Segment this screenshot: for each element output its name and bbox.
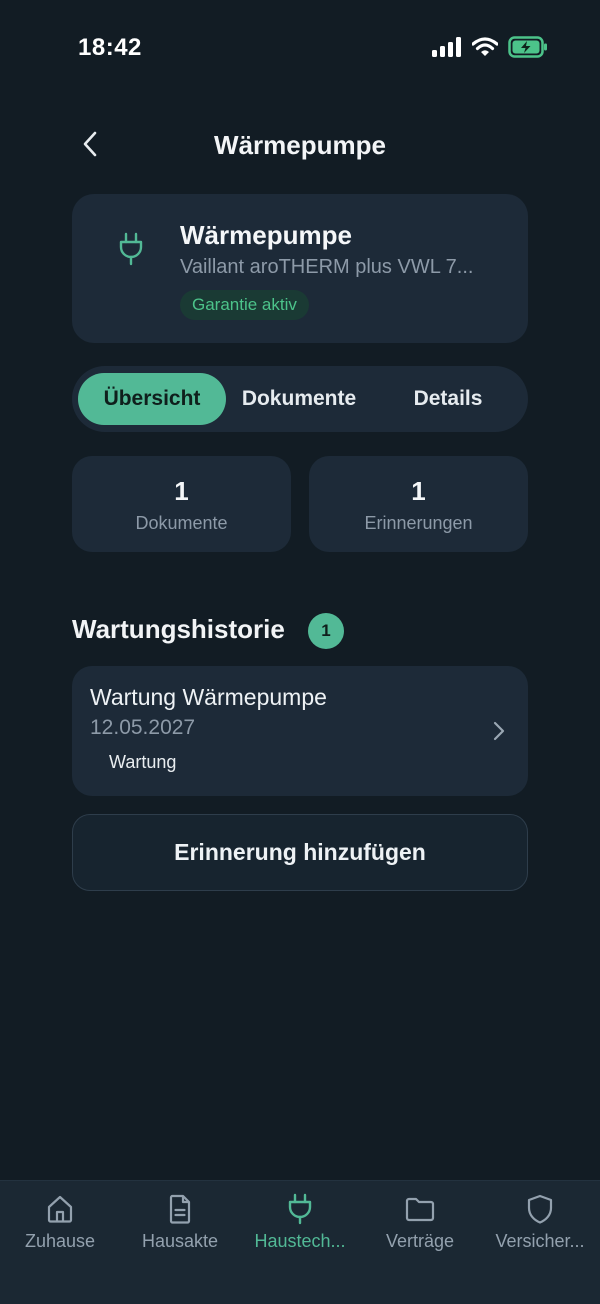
home-icon bbox=[47, 1195, 73, 1223]
tabbar-item-vertraege[interactable]: Verträge bbox=[360, 1193, 480, 1252]
header: Wärmepumpe bbox=[0, 110, 600, 180]
tabbar-item-hausakte[interactable]: Hausakte bbox=[120, 1193, 240, 1252]
status-time: 18:42 bbox=[78, 34, 142, 61]
tabbar-item-haustechnik[interactable]: Haustech... bbox=[240, 1193, 360, 1252]
section-title: Wartungshistorie bbox=[72, 614, 285, 644]
plug-icon bbox=[288, 1193, 312, 1225]
plug-icon bbox=[119, 232, 143, 266]
warranty-badge: Garantie aktiv bbox=[180, 290, 309, 320]
count-badge: 1 bbox=[308, 613, 344, 649]
segmented-tabs: Übersicht Dokumente Details bbox=[72, 366, 528, 432]
status-icons bbox=[432, 36, 548, 58]
status-bar: 18:42 bbox=[0, 0, 600, 96]
device-subtitle: Vaillant aroTHERM plus VWL 7... bbox=[180, 256, 474, 278]
bottom-tab-bar: Zuhause Hausakte Haustech... Verträge Ve… bbox=[0, 1180, 600, 1304]
folder-icon bbox=[405, 1197, 435, 1222]
stat-card-documents[interactable]: 1 Dokumente bbox=[72, 456, 291, 552]
document-icon bbox=[169, 1194, 191, 1224]
stat-label: Erinnerungen bbox=[364, 513, 473, 533]
add-reminder-button[interactable]: Erinnerung hinzufügen bbox=[72, 814, 528, 891]
tab-overview[interactable]: Übersicht bbox=[78, 373, 226, 425]
tabbar-label: Zuhause bbox=[24, 1231, 96, 1251]
stat-label: Dokumente bbox=[135, 513, 228, 533]
tab-details[interactable]: Details bbox=[374, 373, 522, 425]
wifi-icon bbox=[472, 37, 498, 56]
tabbar-label: Verträge bbox=[385, 1231, 455, 1251]
history-item-title: Wartung Wärmepumpe bbox=[90, 684, 327, 710]
device-title: Wärmepumpe bbox=[180, 220, 352, 250]
tabbar-label: Haustech... bbox=[254, 1231, 346, 1251]
tabbar-item-versicherungen[interactable]: Versicher... bbox=[480, 1193, 600, 1252]
page-title: Wärmepumpe bbox=[214, 130, 386, 160]
device-card: Wärmepumpe Vaillant aroTHERM plus VWL 7.… bbox=[72, 194, 528, 343]
chevron-right-icon bbox=[493, 721, 505, 741]
history-item-date: 12.05.2027 bbox=[90, 716, 196, 739]
stat-value: 1 bbox=[411, 476, 426, 506]
battery-icon bbox=[508, 36, 547, 58]
tabbar-item-home[interactable]: Zuhause bbox=[0, 1193, 120, 1252]
stat-card-reminders[interactable]: 1 Erinnerungen bbox=[309, 456, 528, 552]
history-item[interactable]: Wartung Wärmepumpe 12.05.2027 Wartung bbox=[72, 666, 528, 796]
signal-icon bbox=[432, 37, 461, 57]
tab-documents[interactable]: Dokumente bbox=[226, 373, 372, 425]
stat-value: 1 bbox=[174, 476, 189, 506]
tabbar-label: Versicher... bbox=[495, 1231, 585, 1251]
shield-icon bbox=[527, 1194, 553, 1224]
tabbar-label: Hausakte bbox=[141, 1231, 219, 1251]
history-item-tag: Wartung bbox=[109, 752, 177, 772]
